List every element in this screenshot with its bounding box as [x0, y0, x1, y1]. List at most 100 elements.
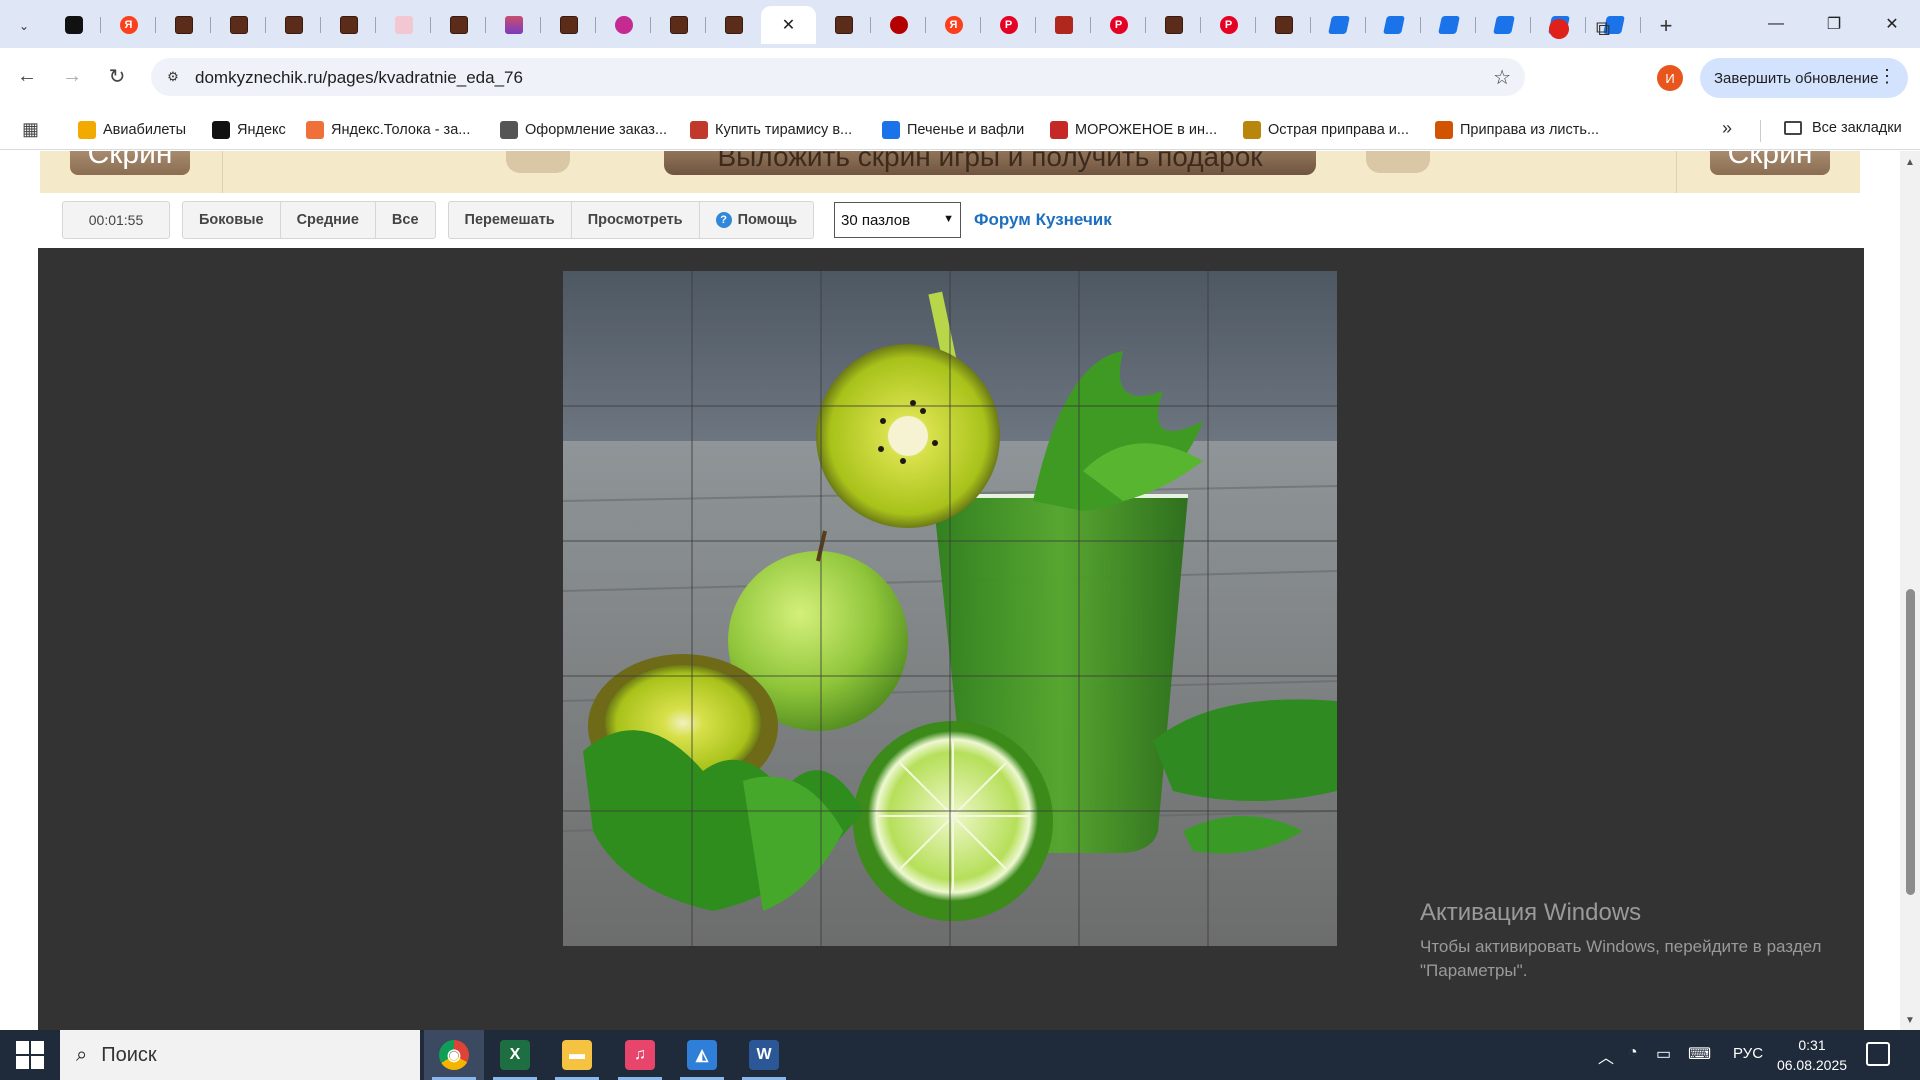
input-language[interactable]: РУС: [1733, 1045, 1763, 1062]
tab[interactable]: [431, 6, 486, 44]
tab[interactable]: [1256, 6, 1311, 44]
screenshot-button-right[interactable]: Скрин: [1710, 151, 1830, 175]
new-tab-button[interactable]: +: [1652, 12, 1680, 40]
site-favicon-icon: [669, 16, 688, 34]
tab-search-chevron-icon[interactable]: ⌄: [10, 12, 38, 40]
bookmark-item[interactable]: Печенье и вафли: [882, 120, 1024, 140]
all-bookmarks-button[interactable]: Все закладки: [1784, 120, 1902, 136]
tab[interactable]: [486, 6, 541, 44]
tab[interactable]: P: [981, 6, 1036, 44]
scroll-down-arrow-icon[interactable]: ▼: [1905, 1015, 1915, 1026]
tab[interactable]: [651, 6, 706, 44]
tab[interactable]: P: [1201, 6, 1256, 44]
maximize-button[interactable]: ❐: [1806, 0, 1862, 48]
bookmark-item[interactable]: Оформление заказ...: [500, 120, 667, 140]
browser-toolbar: ← → ↻ ⚙ domkyznechik.ru/pages/kvadratnie…: [0, 48, 1920, 110]
banner-upload-screenshot-button[interactable]: Выложить скрин игры и получить подарок: [664, 151, 1316, 175]
notifications-icon[interactable]: [1866, 1042, 1890, 1066]
forward-button[interactable]: →: [55, 59, 89, 93]
apps-grid-icon[interactable]: ▦: [22, 119, 42, 139]
battery-icon[interactable]: ▭: [1656, 1044, 1671, 1064]
bookmark-item[interactable]: Приправа из листь...: [1435, 120, 1599, 140]
tab[interactable]: [266, 6, 321, 44]
extensions-puzzle-icon[interactable]: ⧉: [1589, 15, 1617, 43]
tab[interactable]: [1476, 6, 1531, 44]
all-pieces-button[interactable]: Все: [376, 202, 435, 238]
tab[interactable]: [376, 6, 431, 44]
folder-icon: [1784, 121, 1802, 135]
activation-text: Чтобы активировать Windows, перейдите в …: [1420, 935, 1821, 983]
dropdown-arrow-icon: ▼: [943, 213, 954, 225]
puzzle-count-select[interactable]: 30 пазлов ▼: [834, 202, 961, 238]
taskbar-search-box[interactable]: ⌕ Поиск: [60, 1030, 420, 1080]
bookmark-star-icon[interactable]: ☆: [1493, 65, 1511, 90]
tab[interactable]: [1421, 6, 1476, 44]
tab[interactable]: Я: [926, 6, 981, 44]
tab[interactable]: [1366, 6, 1421, 44]
bookmark-item[interactable]: Яндекс: [212, 120, 286, 140]
reload-button[interactable]: ↻: [100, 59, 134, 93]
close-window-button[interactable]: ✕: [1864, 0, 1920, 48]
tab[interactable]: [211, 6, 266, 44]
taskbar-app-paint[interactable]: ◭: [672, 1030, 732, 1080]
tab[interactable]: Я: [101, 6, 156, 44]
extension-red-icon[interactable]: [1545, 15, 1573, 43]
page-scrollbar[interactable]: ▲ ▼: [1900, 151, 1920, 1030]
bookmark-item[interactable]: Авиабилеты: [78, 120, 186, 140]
back-button[interactable]: ←: [10, 59, 44, 93]
forum-link[interactable]: Форум Кузнечик: [974, 210, 1112, 230]
address-bar[interactable]: ⚙ domkyznechik.ru/pages/kvadratnie_eda_7…: [151, 58, 1525, 96]
tab[interactable]: [1036, 6, 1091, 44]
clock[interactable]: 0:31 06.08.2025: [1776, 1035, 1848, 1075]
minimize-button[interactable]: —: [1748, 0, 1804, 48]
scroll-up-arrow-icon[interactable]: ▲: [1905, 157, 1915, 168]
tab[interactable]: [816, 6, 871, 44]
tab[interactable]: [706, 6, 761, 44]
update-button[interactable]: Завершить обновление ⋮: [1700, 58, 1908, 98]
tabs-row: Я ✕ Я P P P: [46, 6, 1641, 44]
site-favicon-icon: [339, 16, 358, 34]
menu-dots-icon[interactable]: ⋮: [1878, 66, 1896, 87]
bookmark-item[interactable]: Яндекс.Толока - за...: [306, 120, 470, 140]
close-tab-icon[interactable]: ✕: [782, 15, 795, 35]
clock-time: 0:31: [1798, 1037, 1826, 1053]
pin-favicon-icon: P: [1109, 16, 1128, 34]
preview-button[interactable]: Просмотреть: [572, 202, 700, 238]
banner-emblem-left: [506, 151, 570, 173]
tab[interactable]: [156, 6, 211, 44]
tab[interactable]: [541, 6, 596, 44]
tab[interactable]: [46, 6, 101, 44]
site-info-icon[interactable]: ⚙: [163, 67, 183, 87]
start-windows-icon[interactable]: [8, 1039, 52, 1071]
middle-pieces-button[interactable]: Средние: [281, 202, 376, 238]
url-text[interactable]: domkyznechik.ru/pages/kvadratnie_eda_76: [195, 68, 523, 88]
show-hidden-icons-chevron-icon[interactable]: ︿: [1598, 1044, 1614, 1068]
tab[interactable]: [596, 6, 651, 44]
shuffle-button[interactable]: Перемешать: [449, 202, 572, 238]
tab[interactable]: P: [1091, 6, 1146, 44]
tab[interactable]: [871, 6, 926, 44]
pin-favicon-icon: P: [1219, 16, 1238, 34]
more-bookmarks-chevron-icon[interactable]: »: [1722, 118, 1732, 139]
profile-avatar[interactable]: И: [1657, 65, 1683, 91]
tab[interactable]: [1311, 6, 1366, 44]
taskbar-app-word[interactable]: W: [734, 1030, 794, 1080]
taskbar-app-excel[interactable]: X: [485, 1030, 545, 1080]
bookmark-item[interactable]: МОРОЖЕНОЕ в ин...: [1050, 120, 1217, 140]
tab[interactable]: [321, 6, 376, 44]
network-icon[interactable]: ◔: [1628, 1044, 1638, 1062]
puzzle-image-green-smoothie[interactable]: [563, 271, 1337, 946]
tab-active[interactable]: ✕: [761, 6, 816, 44]
scrollbar-thumb[interactable]: [1906, 589, 1915, 895]
taskbar-app-chrome[interactable]: ◉: [424, 1030, 484, 1080]
taskbar-app-itunes[interactable]: ♫: [610, 1030, 670, 1080]
bookmark-item[interactable]: Купить тирамису в...: [690, 120, 852, 140]
bookmark-item[interactable]: Острая приправа и...: [1243, 120, 1409, 140]
pin-favicon-icon: P: [999, 16, 1018, 34]
taskbar-app-explorer[interactable]: ▬: [547, 1030, 607, 1080]
help-button[interactable]: ? Помощь: [700, 202, 814, 238]
edge-pieces-button[interactable]: Боковые: [183, 202, 281, 238]
screenshot-button-left[interactable]: Скрин: [70, 151, 190, 175]
tab[interactable]: [1146, 6, 1201, 44]
keyboard-icon[interactable]: ⌨: [1688, 1044, 1711, 1064]
